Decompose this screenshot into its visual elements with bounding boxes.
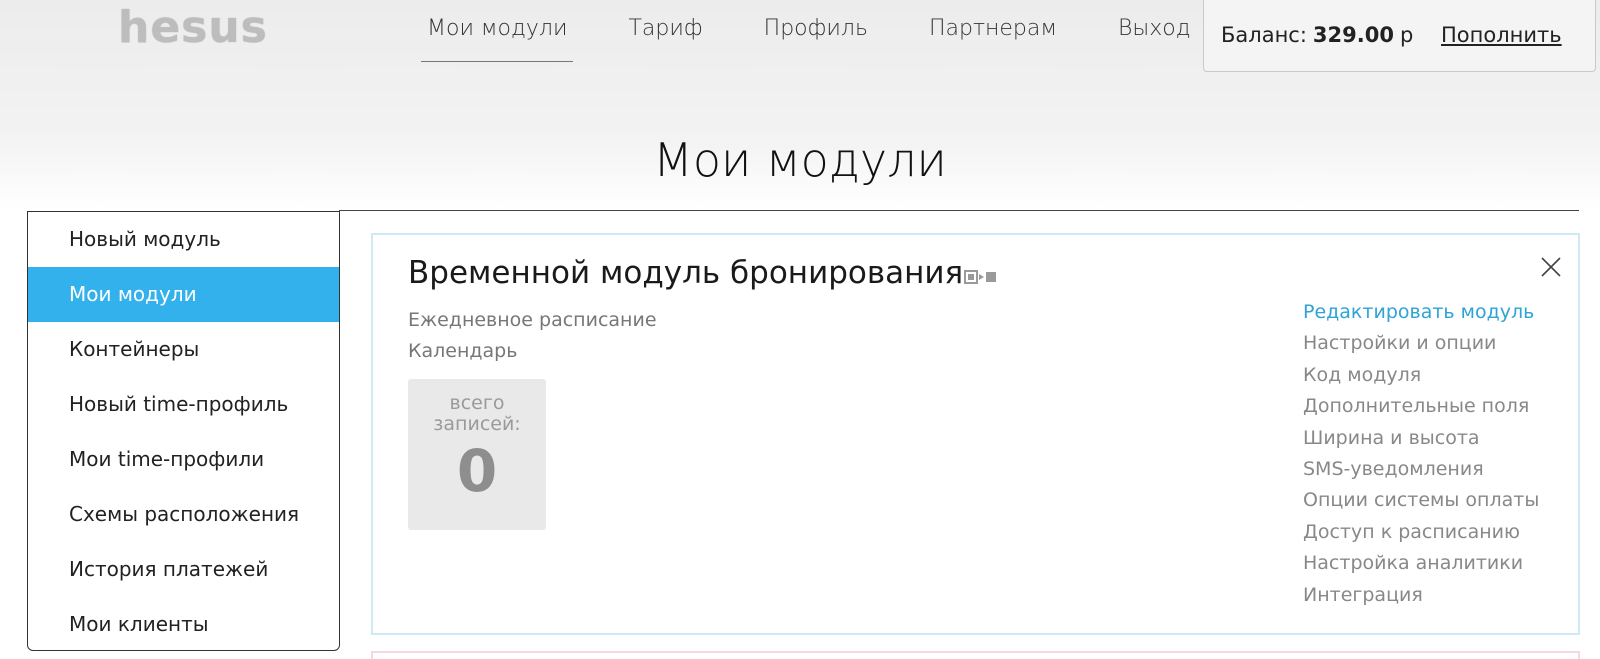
balance-currency: р (1399, 22, 1414, 47)
nav-tariff[interactable]: Тариф (628, 0, 702, 62)
nav-profile[interactable]: Профиль (764, 0, 868, 62)
logo[interactable]: hesus (118, 6, 268, 50)
action-sms-notifications[interactable]: SMS-уведомления (1303, 454, 1539, 485)
module-view-type: Календарь (408, 340, 518, 362)
action-extra-fields[interactable]: Дополнительные поля (1303, 391, 1539, 422)
action-settings-options[interactable]: Настройки и опции (1303, 328, 1539, 359)
module-title: Временной модуль бронирования (408, 255, 964, 291)
action-width-height[interactable]: Ширина и высота (1303, 423, 1539, 454)
module-actions: Редактировать модуль Настройки и опции К… (1303, 297, 1539, 611)
module-schedule-type: Ежедневное расписание (408, 309, 657, 331)
sidebar-item-payment-history[interactable]: История платежей (28, 542, 339, 597)
sidebar-item-my-time-profiles[interactable]: Мои time-профили (28, 432, 339, 487)
records-counter: всего записей: 0 (408, 379, 546, 530)
action-integration[interactable]: Интеграция (1303, 580, 1539, 611)
sidebar-item-new-module[interactable]: Новый модуль (28, 212, 339, 267)
sidebar-item-my-modules[interactable]: Мои модули (28, 267, 339, 322)
sidebar-item-containers[interactable]: Контейнеры (28, 322, 339, 377)
module-type-icon (964, 269, 1004, 284)
module-card: Временной модуль бронирования Ежедневное… (371, 233, 1580, 635)
nav-partners[interactable]: Партнерам (929, 0, 1057, 62)
sidebar-item-new-time-profile[interactable]: Новый time-профиль (28, 377, 339, 432)
balance-panel: Баланс: 329.00 р Пополнить (1203, 0, 1596, 72)
topup-link[interactable]: Пополнить (1441, 23, 1562, 47)
action-analytics-settings[interactable]: Настройка аналитики (1303, 548, 1539, 579)
balance-amount: 329.00 (1312, 22, 1394, 47)
next-module-card (371, 651, 1580, 659)
action-schedule-access[interactable]: Доступ к расписанию (1303, 517, 1539, 548)
balance-label: Баланс: (1221, 22, 1307, 47)
page-title: Мои модули (653, 133, 947, 187)
nav-logout[interactable]: Выход (1118, 0, 1191, 62)
close-icon[interactable] (1539, 255, 1563, 279)
action-module-code[interactable]: Код модуля (1303, 360, 1539, 391)
nav-my-modules[interactable]: Мои модули (421, 0, 574, 62)
top-navigation: Мои модули Тариф Профиль Партнерам Выход (421, 0, 1252, 62)
action-payment-options[interactable]: Опции системы оплаты (1303, 485, 1539, 516)
sidebar-item-my-clients[interactable]: Мои клиенты (28, 597, 339, 650)
records-counter-label: всего записей: (433, 392, 521, 435)
title-divider (339, 210, 1579, 211)
sidebar-item-layout-schemes[interactable]: Схемы расположения (28, 487, 339, 542)
records-counter-value: 0 (456, 437, 498, 505)
sidebar: Новый модуль Мои модули Контейнеры Новый… (27, 211, 340, 651)
action-edit-module[interactable]: Редактировать модуль (1303, 297, 1539, 328)
